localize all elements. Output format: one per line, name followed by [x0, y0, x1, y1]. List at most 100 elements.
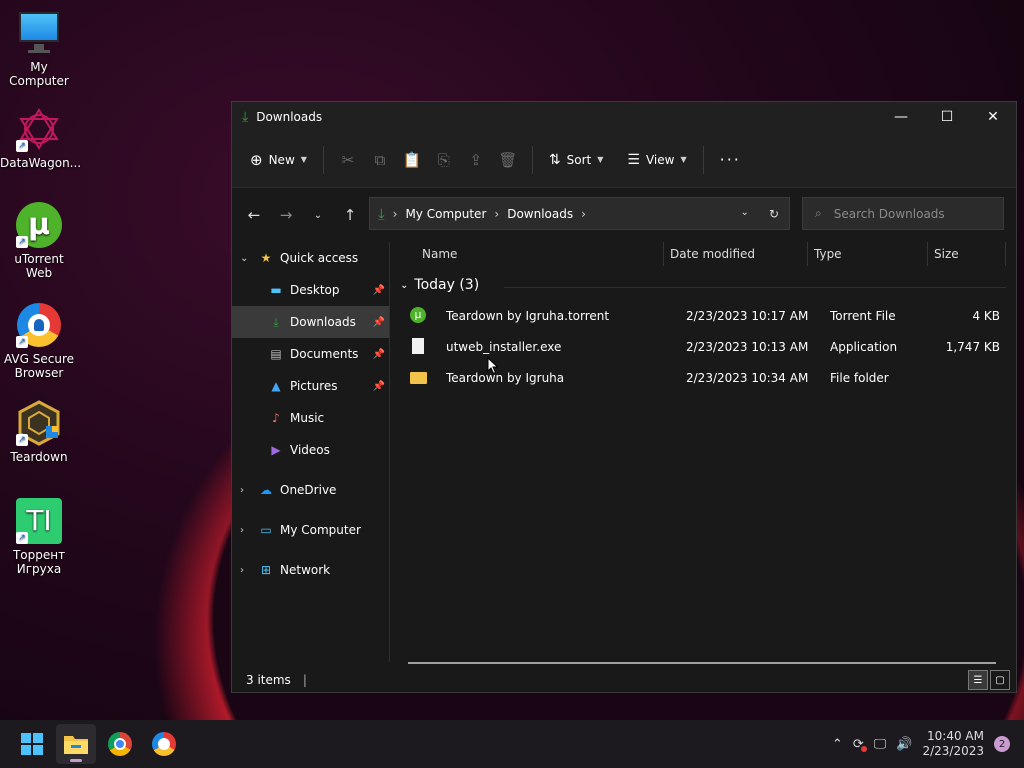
close-button[interactable]: ✕	[970, 102, 1016, 132]
file-name: Teardown by Igruha	[446, 371, 565, 385]
network-icon: ⊞	[260, 563, 272, 577]
large-icons-view-icon[interactable]: ▢	[990, 670, 1010, 690]
search-box[interactable]: ⌕	[802, 197, 1004, 230]
sidebar-item-music[interactable]: ♪ Music	[232, 402, 389, 434]
sidebar-item-label: Documents	[290, 347, 359, 361]
details-view-icon[interactable]: ☰	[968, 670, 988, 690]
refresh-icon[interactable]: ↻	[769, 207, 779, 221]
expand-chevron-icon: ›	[240, 564, 244, 576]
volume-icon[interactable]: 🔊	[896, 737, 912, 752]
start-button[interactable]	[12, 724, 52, 764]
address-bar[interactable]: ⤓ › My Computer › Downloads › ⌄ ↻	[369, 197, 790, 230]
sidebar-item-my-computer[interactable]: › ▭ My Computer	[232, 514, 389, 546]
recent-locations-chevron-icon[interactable]: ⌄	[302, 210, 334, 221]
sidebar-item-label: Desktop	[290, 283, 340, 297]
datawagon-icon: ↗	[16, 106, 62, 152]
item-count: 3 items	[246, 673, 291, 687]
desktop-folder-icon: ▬	[270, 283, 282, 297]
maximize-button[interactable]: ☐	[924, 102, 970, 132]
column-divider	[1005, 242, 1006, 266]
chevron-down-icon: ▼	[597, 155, 604, 164]
monitor-icon: ▭	[260, 523, 272, 537]
minimize-button[interactable]: —	[878, 102, 924, 132]
music-icon: ♪	[272, 411, 280, 425]
share-icon[interactable]: ⇪	[460, 146, 492, 174]
delete-icon[interactable]: 🗑	[492, 146, 524, 174]
command-bar: ⊕ New ▼ ✂ ⧉ 📋 ⎘ ⇪ 🗑 ⇅ Sort ▼ ☰ View ▼ ··…	[232, 132, 1016, 188]
sidebar-item-desktop[interactable]: ▬ Desktop 📌	[232, 274, 389, 306]
pin-icon: 📌	[372, 380, 385, 392]
plus-circle-icon: ⊕	[250, 150, 263, 169]
rename-icon[interactable]: ⎘	[428, 146, 460, 174]
sidebar-item-label: Network	[280, 563, 331, 577]
desktop-icon-datawagon[interactable]: ↗ DataWagon...	[0, 106, 81, 170]
notification-badge[interactable]: 2	[994, 736, 1010, 752]
pin-icon: 📌	[372, 284, 385, 296]
desktop-icon-teardown[interactable]: ↗ Teardown	[0, 400, 78, 464]
address-history-chevron-icon[interactable]: ⌄	[741, 207, 749, 221]
cut-icon[interactable]: ✂	[332, 146, 364, 174]
column-divider	[927, 242, 928, 266]
file-list: Name Date modified Type Size ⌄ Today (3)…	[392, 242, 1016, 662]
copy-icon[interactable]: ⧉	[364, 146, 396, 174]
chrome-icon	[108, 732, 132, 756]
sidebar-item-downloads[interactable]: ⤓ Downloads 📌	[232, 306, 389, 338]
sidebar-item-onedrive[interactable]: › ☁ OneDrive	[232, 474, 389, 506]
sidebar-item-label: My Computer	[280, 523, 361, 537]
desktop-icon-my-computer[interactable]: My Computer	[0, 10, 78, 88]
taskbar-chrome[interactable]	[100, 724, 140, 764]
column-header-name[interactable]: Name	[422, 247, 457, 261]
toolbar-divider	[702, 145, 704, 174]
desktop-icon-label: Teardown	[10, 450, 68, 464]
sidebar-item-network[interactable]: › ⊞ Network	[232, 554, 389, 586]
show-hidden-icons-chevron-icon[interactable]: ⌃	[832, 737, 843, 752]
up-arrow-icon[interactable]: ↑	[334, 206, 366, 224]
new-button[interactable]: ⊕ New ▼	[242, 145, 315, 175]
file-type: Torrent File	[830, 309, 896, 323]
toolbar-divider	[322, 145, 324, 174]
file-type: Application	[830, 340, 898, 354]
breadcrumb-my-computer[interactable]: My Computer	[405, 207, 486, 221]
group-header-today[interactable]: ⌄ Today (3)	[400, 277, 479, 293]
horizontal-scrollbar[interactable]	[408, 662, 996, 664]
sync-icon[interactable]: ⟳	[853, 737, 867, 752]
network-status-icon[interactable]: 🖵	[874, 737, 887, 752]
documents-icon: ▤	[270, 347, 282, 361]
title-bar: ⤓ Downloads — ☐ ✕	[232, 102, 1016, 132]
mouse-cursor-icon	[487, 357, 499, 375]
clock[interactable]: 10:40 AM 2/23/2023	[922, 729, 984, 759]
column-header-type[interactable]: Type	[814, 247, 842, 261]
sort-button[interactable]: ⇅ Sort ▼	[541, 146, 612, 174]
collapse-chevron-icon: ⌄	[400, 279, 409, 291]
sidebar-item-label: Quick access	[280, 251, 359, 265]
column-header-size[interactable]: Size	[934, 247, 959, 261]
desktop-icon-utorrent-web[interactable]: µ ↗ uTorrent Web	[0, 202, 78, 280]
breadcrumb-downloads[interactable]: Downloads	[507, 207, 573, 221]
sidebar-item-pictures[interactable]: ▲ Pictures 📌	[232, 370, 389, 402]
back-arrow-icon[interactable]: ←	[238, 206, 270, 224]
taskbar-avg-browser[interactable]	[144, 724, 184, 764]
search-input[interactable]	[833, 206, 984, 221]
pictures-icon: ▲	[271, 379, 281, 393]
file-explorer-window: ⤓ Downloads — ☐ ✕ ⊕ New ▼ ✂ ⧉ 📋 ⎘ ⇪ 🗑 ⇅ …	[231, 101, 1017, 693]
sidebar-item-quick-access[interactable]: ⌄ ★ Quick access	[232, 242, 389, 274]
clock-date: 2/23/2023	[922, 744, 984, 758]
cloud-icon: ☁	[260, 483, 272, 497]
file-date: 2/23/2023 10:34 AM	[686, 371, 809, 385]
paste-icon[interactable]: 📋	[396, 146, 428, 174]
status-divider: |	[302, 673, 307, 687]
desktop-icon-torrent-igruha[interactable]: TI ↗ Торрент Игруха	[0, 498, 78, 576]
sidebar-item-videos[interactable]: ▶ Videos	[232, 434, 389, 466]
more-options-button[interactable]: ···	[712, 144, 749, 175]
downloads-icon: ⤓	[378, 204, 385, 223]
toolbar-divider	[531, 145, 533, 174]
taskbar-file-explorer[interactable]	[56, 724, 96, 764]
forward-arrow-icon[interactable]: →	[270, 206, 302, 224]
view-button[interactable]: ☰ View ▼	[619, 146, 694, 174]
file-row[interactable]: µ Teardown by Igruha.torrent 2/23/2023 1…	[408, 302, 1000, 330]
monitor-icon	[16, 10, 62, 56]
column-header-date[interactable]: Date modified	[670, 247, 755, 261]
desktop-icon-avg-browser[interactable]: ↗ AVG Secure Browser	[0, 302, 78, 380]
sidebar-item-documents[interactable]: ▤ Documents 📌	[232, 338, 389, 370]
column-divider	[807, 242, 808, 266]
